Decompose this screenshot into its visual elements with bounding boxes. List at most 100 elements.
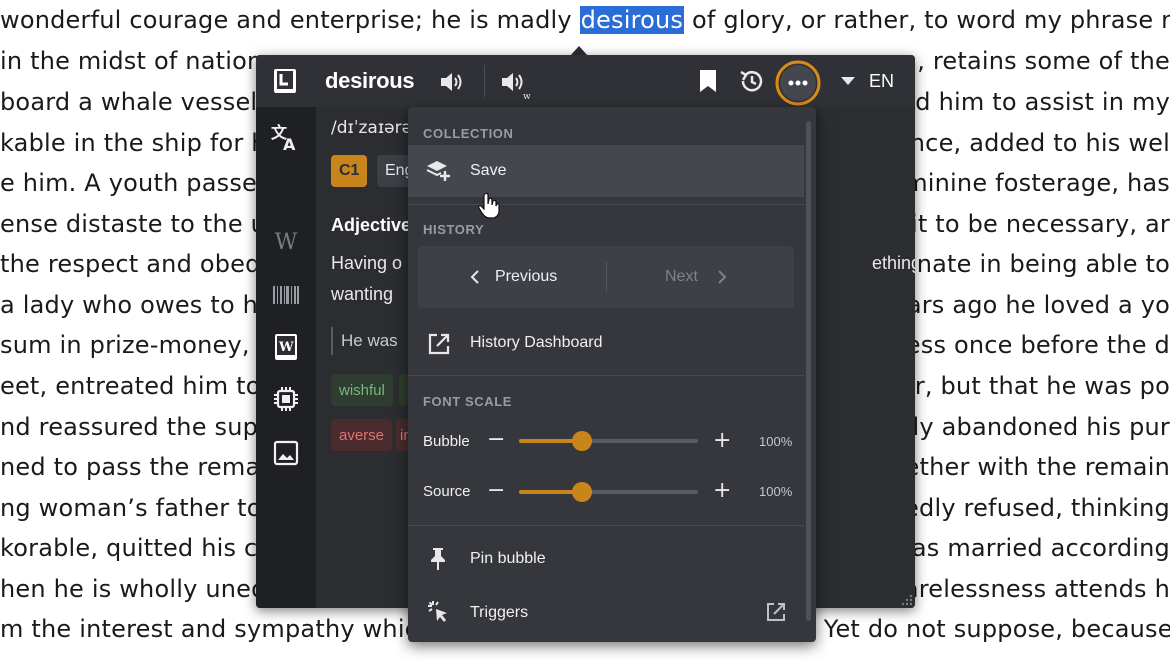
book-text-segment: ntly abandoned his pur (887, 413, 1170, 441)
font-scale-header: FONT SCALE (423, 394, 513, 409)
source-scale-label: Source (423, 483, 471, 500)
headword: desirous (325, 68, 415, 93)
book-text-segment: wonderful courage and enterprise; he is … (0, 6, 580, 34)
history-dashboard-item[interactable]: History Dashboard (408, 319, 804, 369)
triggers-label: Triggers (470, 604, 529, 621)
more-options-icon[interactable] (775, 60, 821, 106)
popup-header: desirous w EN (256, 55, 915, 107)
collection-header: COLLECTION (423, 126, 514, 141)
pin-icon (428, 547, 448, 571)
book-text-segment: sum in prize-money, th (0, 331, 283, 359)
chevron-left-icon (470, 270, 479, 284)
mouse-cursor-icon (478, 192, 500, 220)
example-sentence: He was (341, 331, 398, 350)
level-badge: C1 (331, 155, 368, 187)
antonym-chip[interactable]: averse (331, 419, 393, 451)
svg-text:W: W (278, 340, 294, 355)
book-text-segment: kable in the ship for his (0, 129, 287, 157)
resize-grip-icon[interactable] (899, 592, 913, 606)
history-dashboard-label: History Dashboard (470, 334, 603, 351)
definition-text-right: ething; (872, 253, 915, 273)
book-text-segment: eet, entreated him to s (0, 372, 282, 400)
history-icon[interactable] (737, 66, 767, 96)
definition-text: Having o (331, 253, 403, 273)
wiktionary-icon[interactable]: W (272, 332, 300, 362)
book-text-segment: a lady who owes to him (0, 291, 289, 319)
open-external-icon (427, 332, 451, 356)
more-options-menu: COLLECTION Save HISTORY Previous Next Hi… (408, 107, 816, 642)
translate-icon[interactable]: 文A (270, 121, 302, 153)
book-text-segment: was married according (892, 534, 1170, 562)
book-text-segment: years ago he loved a yo (877, 291, 1170, 319)
image-icon[interactable] (272, 439, 300, 467)
next-label: Next (665, 268, 698, 285)
phonetic: /dɪˈzaɪərə (331, 118, 413, 138)
book-text-segment: ng woman’s father to c (0, 494, 283, 522)
bubble-plus-button[interactable]: + (713, 430, 731, 452)
menu-scrollbar[interactable] (806, 121, 811, 621)
history-nav: Previous Next (418, 246, 794, 308)
bubble-scale-slider[interactable] (519, 431, 698, 451)
history-header: HISTORY (423, 222, 485, 237)
bubble-slider-handle[interactable] (571, 431, 592, 451)
synonym-chip[interactable]: wishful (331, 374, 393, 406)
book-text-segment: e him. A youth passed (0, 169, 273, 197)
bookmark-icon[interactable] (696, 68, 720, 94)
chevron-right-icon (718, 270, 727, 284)
book-text-segment: her, but that he was po (884, 372, 1170, 400)
book-text-segment: d it to be necessary, ar (887, 210, 1170, 238)
caret-down-icon[interactable] (840, 75, 856, 87)
book-text-line: wonderful courage and enterprise; he is … (0, 6, 1170, 46)
source-slider-handle[interactable] (571, 482, 592, 502)
book-text-segment: ned to pass the remain (0, 453, 283, 481)
book-text-segment: gether with the remain (889, 453, 1170, 481)
triggers-item[interactable]: Triggers (408, 589, 804, 637)
book-text-segment: ense distaste to the us (0, 210, 279, 238)
definition-text-2: wanting (331, 284, 394, 304)
book-text-segment: carelessness attends h (890, 575, 1170, 603)
selected-word[interactable]: desirous (579, 6, 685, 34)
chip-icon[interactable] (272, 385, 300, 413)
language-selector[interactable]: EN (869, 71, 894, 92)
next-button[interactable]: Next (607, 246, 794, 308)
bubble-scale-value: 100% (759, 434, 793, 449)
cursor-click-icon (426, 599, 452, 625)
wikipedia-icon[interactable]: W (270, 227, 302, 257)
previous-label: Previous (495, 268, 558, 285)
speaker-icon[interactable] (438, 69, 466, 95)
book-text-segment: tance, added to his wel (885, 129, 1170, 157)
book-text-segment: nd reassured the suppli (0, 413, 288, 441)
source-scale-value: 100% (759, 484, 793, 499)
book-text-segment: korable, quitted his cou (0, 534, 288, 562)
svg-text:w: w (523, 92, 531, 100)
pin-bubble-label: Pin bubble (470, 550, 546, 567)
source-scale-slider[interactable] (519, 482, 698, 502)
book-text-segment: tress once before the d (886, 331, 1170, 359)
book-text-segment: board a whale vessel; (0, 88, 266, 116)
speaker-alt-icon[interactable]: w (499, 69, 533, 101)
svg-text:A: A (283, 135, 296, 152)
source-plus-button[interactable]: + (713, 480, 731, 502)
book-text-segment: unate in being able to (901, 250, 1170, 278)
open-external-icon[interactable] (765, 601, 787, 623)
save-menu-item[interactable]: Save (408, 145, 804, 197)
pin-bubble-item[interactable]: Pin bubble (408, 535, 804, 583)
book-text-segment: , retains some of the (917, 47, 1170, 75)
save-layers-icon (425, 158, 453, 184)
book-text-segment: the respect and obedie (0, 250, 283, 278)
app-logo-icon[interactable] (272, 68, 298, 94)
book-text-segment: tidedly refused, thinking (872, 494, 1170, 522)
dictionary-sidebar: 文A W W (256, 107, 316, 608)
book-text-segment: of glory, or rather, to word my phrase m… (691, 6, 1170, 34)
save-label: Save (470, 162, 507, 179)
book-text-segment: hen he is wholly uned (0, 575, 267, 603)
part-of-speech: Adjective (331, 215, 412, 235)
previous-button[interactable]: Previous (418, 246, 606, 308)
bubble-minus-button[interactable]: − (487, 429, 505, 451)
source-minus-button[interactable]: − (487, 480, 505, 502)
book-text-segment: eminine fosterage, has (889, 169, 1170, 197)
book-text-segment: in the midst of nation (0, 47, 263, 75)
barcode-icon[interactable] (272, 284, 300, 306)
bubble-scale-label: Bubble (423, 433, 470, 450)
book-text-segment: ged him to assist in my (884, 88, 1170, 116)
